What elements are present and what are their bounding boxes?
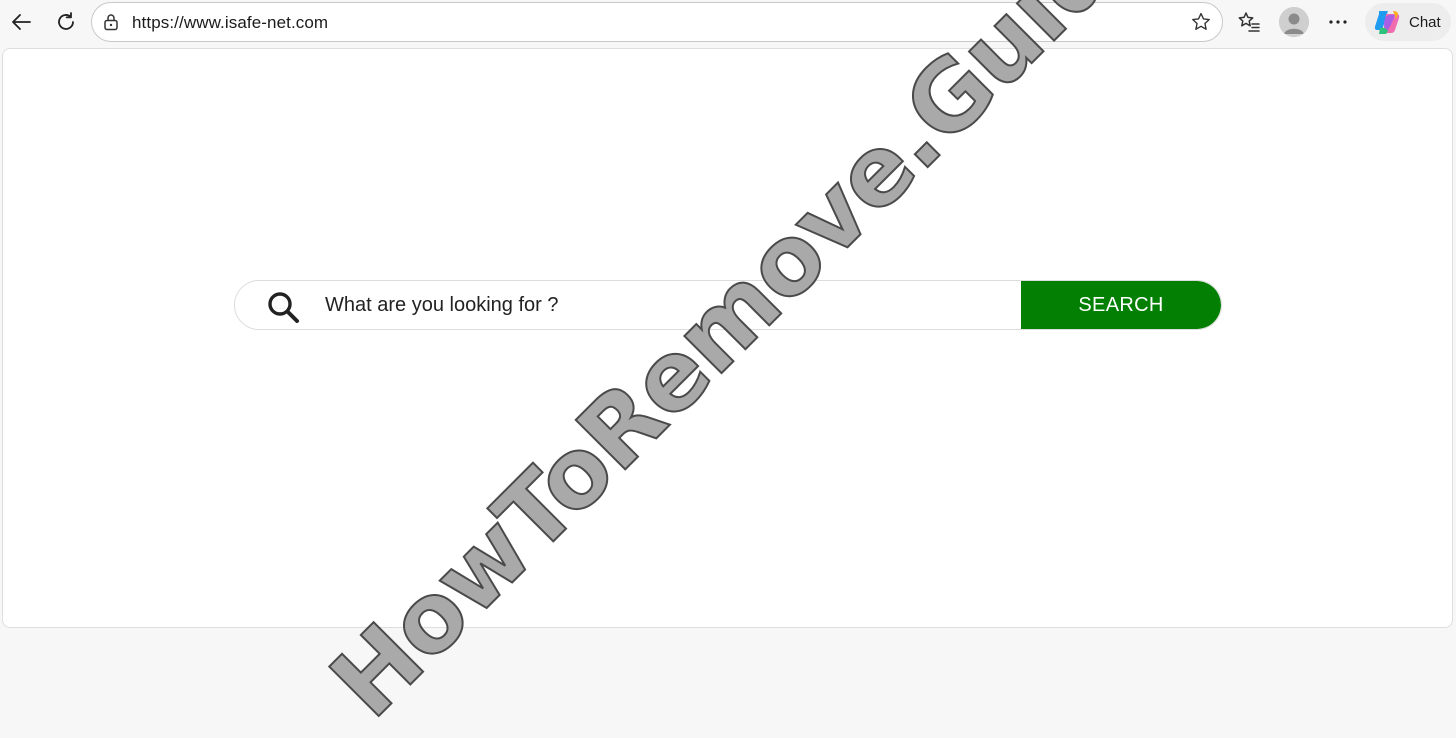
more-dots-icon [1329, 20, 1347, 24]
profile-avatar[interactable] [1279, 7, 1309, 37]
browser-toolbar: https://www.isafe-net.com Chat [0, 0, 1456, 44]
favorites-button[interactable] [1233, 6, 1265, 38]
url-text[interactable]: https://www.isafe-net.com [132, 13, 328, 33]
more-button[interactable] [1322, 6, 1354, 38]
arrow-left-icon [12, 14, 31, 30]
favorites-list-icon [1238, 12, 1260, 32]
star-icon [1192, 12, 1210, 30]
address-bar[interactable]: https://www.isafe-net.com [91, 2, 1223, 42]
reload-icon [58, 12, 74, 30]
reload-button[interactable] [50, 6, 82, 38]
search-icon [268, 292, 299, 323]
search-input[interactable] [325, 281, 1015, 329]
page-content: SEARCH [2, 48, 1453, 628]
copilot-chat-button[interactable]: Chat [1365, 3, 1451, 41]
search-box: SEARCH [234, 280, 1222, 330]
favorite-button[interactable] [1186, 7, 1216, 37]
search-button[interactable]: SEARCH [1021, 281, 1221, 329]
back-button[interactable] [5, 6, 37, 38]
chat-label: Chat [1409, 13, 1441, 31]
lock-icon[interactable] [102, 13, 120, 31]
copilot-icon [1374, 11, 1400, 34]
